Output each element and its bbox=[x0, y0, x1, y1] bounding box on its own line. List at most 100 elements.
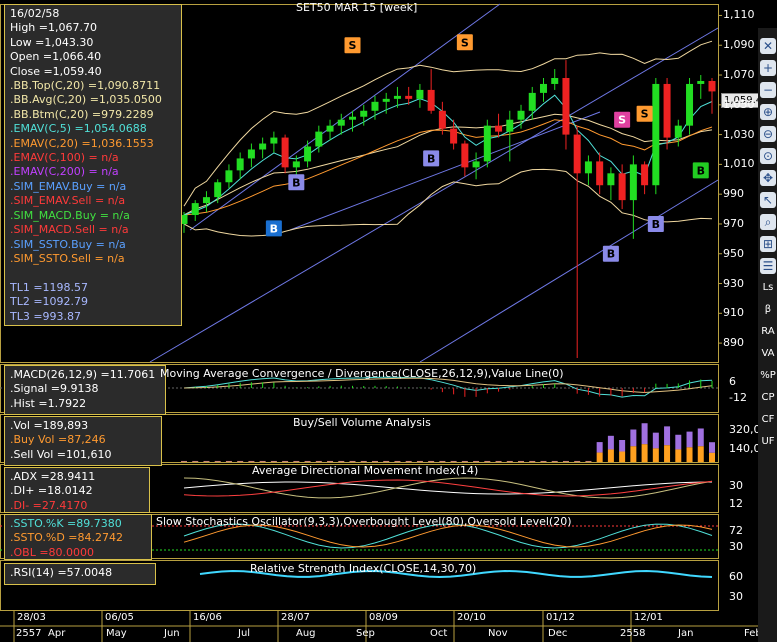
y-tick-label: 30 bbox=[729, 479, 743, 492]
candle-body bbox=[259, 143, 267, 150]
candle-body bbox=[629, 164, 637, 201]
chart-stage[interactable]: S S S S B B B B B B SET50 MAR 15 [week] 16/02/58 H… bbox=[0, 0, 777, 642]
buy-volume-bar bbox=[248, 461, 255, 462]
info-line: Low =1,043.30 bbox=[10, 35, 94, 49]
di-plus-line bbox=[183, 477, 713, 499]
candle-body bbox=[349, 116, 357, 120]
candle-body bbox=[191, 203, 199, 216]
candle-body bbox=[450, 128, 458, 144]
y-tick-label: -12 bbox=[729, 391, 747, 404]
sell-volume-bar bbox=[652, 432, 659, 449]
candle-body bbox=[528, 92, 536, 111]
info-line: .Vol =189,893 bbox=[10, 419, 89, 432]
buy-volume-bar bbox=[607, 449, 614, 462]
volume-panel-title: Buy/Sell Volume Analysis bbox=[293, 416, 431, 429]
signal-marker-label: S bbox=[461, 36, 469, 49]
sell-volume-bar bbox=[697, 428, 704, 447]
candle-body bbox=[416, 89, 424, 99]
toolbar-label[interactable]: UF bbox=[760, 434, 776, 450]
info-line: .EMAV(C,20) =1,036.1553 bbox=[10, 136, 154, 150]
sell-volume-bar bbox=[619, 440, 626, 452]
buy-volume-bar bbox=[697, 446, 704, 462]
sell-volume-bar bbox=[237, 460, 244, 462]
candle-body bbox=[517, 110, 525, 120]
y-tick-label: 6 bbox=[729, 375, 736, 388]
sell-volume-bar bbox=[518, 460, 525, 462]
adx-panel-title: Average Directional Movement Index(14) bbox=[252, 464, 479, 477]
zoom-in-icon[interactable]: ⊕ bbox=[760, 104, 776, 120]
zoom-fit-icon[interactable]: ⊙ bbox=[760, 148, 776, 164]
zoom-area-icon[interactable]: ⊞ bbox=[760, 236, 776, 252]
signal-marker-label: S bbox=[349, 39, 357, 52]
candle-body bbox=[315, 131, 323, 147]
y-tick-label: 12 bbox=[729, 497, 743, 510]
buy-volume-bar bbox=[282, 461, 289, 462]
buy-volume-bar bbox=[495, 461, 502, 462]
sell-volume-bar bbox=[630, 429, 637, 447]
buy-volume-bar bbox=[529, 461, 536, 462]
x-month-label: May bbox=[106, 628, 127, 639]
toolbar-label[interactable]: CF bbox=[760, 412, 776, 428]
toolbar-label[interactable]: %P bbox=[760, 368, 776, 384]
plus-icon[interactable]: + bbox=[760, 60, 776, 76]
signal-marker-label: S bbox=[618, 114, 626, 127]
sell-volume-bar bbox=[641, 423, 648, 445]
buy-volume-bar bbox=[562, 461, 569, 462]
buy-volume-bar bbox=[349, 461, 356, 462]
y-tick-label: 990 bbox=[723, 187, 744, 201]
toolbar-label[interactable]: β bbox=[760, 302, 776, 318]
y-tick-label: 1,110 bbox=[723, 8, 755, 22]
buy-volume-bar bbox=[619, 451, 626, 462]
buy-volume-bar bbox=[461, 461, 468, 462]
info-line: High =1,067.70 bbox=[10, 21, 97, 35]
candle-body bbox=[214, 182, 222, 198]
y-tick-label: 1,090 bbox=[723, 38, 755, 52]
info-line: Close =1,059.40 bbox=[10, 64, 102, 78]
buy-volume-bar bbox=[338, 461, 345, 462]
sell-volume-bar bbox=[596, 442, 603, 453]
y-tick-label: 30 bbox=[729, 590, 743, 603]
x-month-label: Jun bbox=[164, 628, 180, 639]
y-tick-label: 1,070 bbox=[723, 68, 755, 82]
toolbar-label[interactable]: RA bbox=[760, 324, 776, 340]
info-line: .SSTO.%D =84.2742 bbox=[10, 531, 124, 545]
candle-body bbox=[697, 80, 705, 84]
sell-volume-bar bbox=[181, 460, 187, 462]
toolbar-label[interactable]: CP bbox=[760, 390, 776, 406]
zoom-out-icon[interactable]: ⊖ bbox=[760, 126, 776, 142]
search-icon[interactable]: ⌕ bbox=[760, 214, 776, 230]
info-line: .Hist =1.7922 bbox=[10, 396, 87, 410]
sell-volume-bar bbox=[259, 460, 266, 462]
buy-volume-bar bbox=[664, 445, 671, 462]
buy-volume-bar bbox=[214, 461, 221, 462]
signal-marker-label: B bbox=[427, 152, 435, 165]
sell-volume-bar bbox=[607, 435, 614, 450]
info-line: .EMAV(C,200) = n/a bbox=[10, 165, 119, 179]
y-tick-label: 1,030 bbox=[723, 127, 755, 141]
candle-body bbox=[326, 125, 334, 132]
buy-volume-bar bbox=[652, 448, 659, 462]
list-icon[interactable]: ☰ bbox=[760, 258, 776, 274]
candle-body bbox=[427, 89, 435, 111]
move-icon[interactable]: ✥ bbox=[760, 170, 776, 186]
buy-volume-bar bbox=[641, 444, 648, 462]
buy-volume-bar bbox=[315, 461, 322, 462]
toolbar-label[interactable]: Ls bbox=[760, 280, 776, 296]
sell-volume-bar bbox=[394, 460, 401, 462]
sell-volume-bar bbox=[574, 460, 581, 462]
close-icon[interactable]: ✕ bbox=[760, 38, 776, 54]
signal-marker-label: B bbox=[607, 248, 615, 261]
cursor-icon[interactable]: ↖ bbox=[760, 192, 776, 208]
buy-volume-bar bbox=[360, 461, 367, 462]
sell-volume-bar bbox=[225, 460, 232, 462]
sell-volume-bar bbox=[428, 460, 435, 462]
x-month-label: Dec bbox=[548, 628, 568, 639]
minus-icon[interactable]: − bbox=[760, 82, 776, 98]
toolbar-label[interactable]: VA bbox=[760, 346, 776, 362]
info-line bbox=[10, 266, 177, 280]
x-date-label: 20/10 bbox=[457, 612, 486, 623]
sell-volume-bar bbox=[270, 460, 277, 462]
sell-volume-bar bbox=[214, 460, 221, 462]
buy-volume-bar bbox=[484, 461, 491, 462]
signal-marker-label: S bbox=[641, 108, 649, 121]
